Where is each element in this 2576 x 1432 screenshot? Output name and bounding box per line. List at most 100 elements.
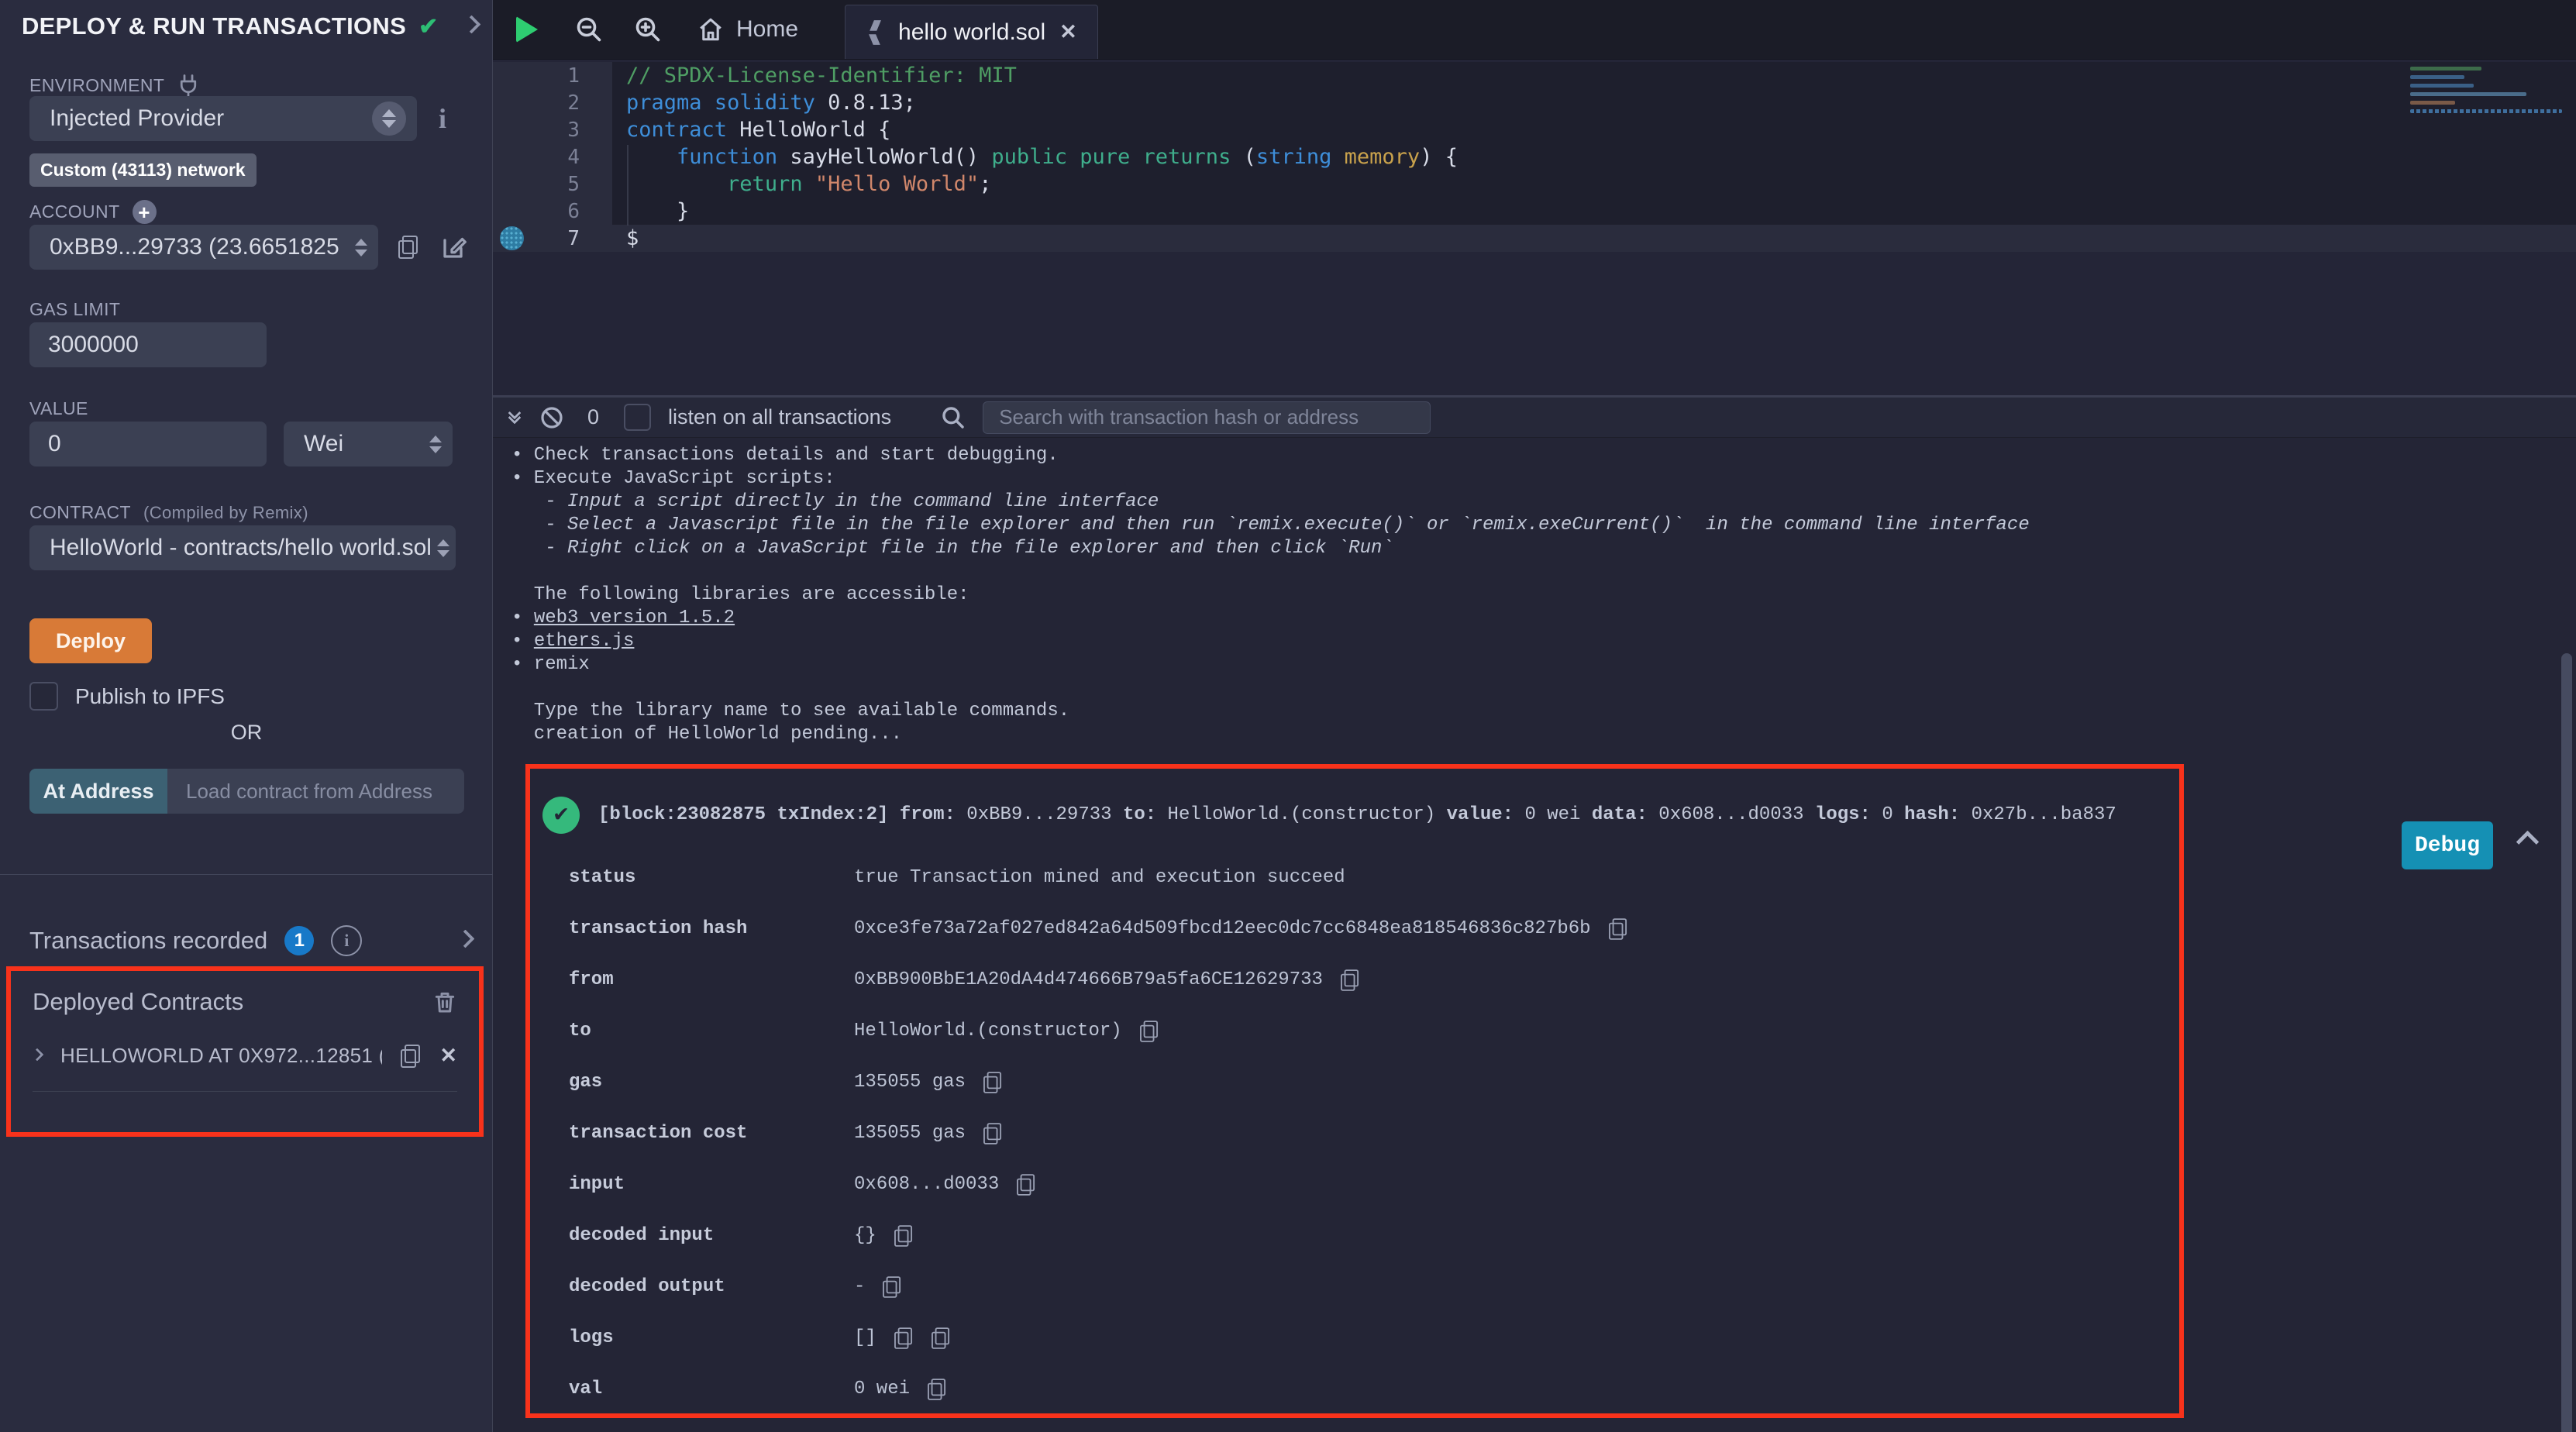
code-line[interactable]: 1// SPDX-License-Identifier: MIT	[493, 62, 2576, 89]
at-address-input[interactable]	[167, 769, 464, 814]
code-editor[interactable]: 1// SPDX-License-Identifier: MIT2pragma …	[493, 59, 2576, 395]
deployed-contract-label: HELLOWORLD AT 0X972...12851 (B	[60, 1044, 382, 1068]
code-text: // SPDX-License-Identifier: MIT	[612, 62, 2576, 89]
copy-icon[interactable]	[983, 1123, 1002, 1145]
close-tab-icon[interactable]: ✕	[1059, 20, 1077, 44]
code-line[interactable]: 6 }	[493, 198, 2576, 225]
account-label-row: ACCOUNT +	[29, 200, 157, 224]
run-play-icon[interactable]	[516, 16, 538, 43]
debug-row: Debug	[2402, 821, 2536, 869]
copy-contract-address-icon[interactable]	[401, 1045, 421, 1068]
code-line[interactable]: 5 return "Hello World";	[493, 170, 2576, 198]
receipt-row-value: {}	[854, 1224, 876, 1248]
receipt-row-value: 0 wei	[854, 1378, 910, 1401]
code-line[interactable]: 7$	[493, 225, 2576, 252]
tab-home[interactable]: Home	[697, 16, 798, 43]
code-text: return "Hello World";	[612, 170, 2576, 198]
receipt-row: input0x608...d0033	[530, 1159, 2179, 1210]
environment-select-arrows-icon[interactable]	[372, 102, 406, 136]
transactions-info-icon[interactable]: i	[331, 925, 362, 956]
line-number: 2	[493, 89, 612, 116]
panel-divider	[0, 874, 493, 875]
receipt-row: statustrue Transaction mined and executi…	[530, 852, 2179, 904]
receipt-row-value: []	[854, 1327, 876, 1350]
receipt-summary-row[interactable]: ✔ [block:23082875 txIndex:2] from: 0xBB9…	[530, 797, 2179, 834]
terminal-scrollbar[interactable]	[2561, 653, 2572, 1432]
account-select[interactable]: 0xBB9...29733 (23.6651825	[29, 225, 378, 270]
value-unit-select[interactable]: Wei	[284, 422, 453, 466]
copy-icon[interactable]	[1140, 1021, 1159, 1042]
terminal-link[interactable]: web3 version 1.5.2	[534, 608, 735, 628]
value-input[interactable]	[29, 422, 267, 466]
copy-icon[interactable]	[894, 1225, 913, 1247]
minimap[interactable]	[2410, 67, 2565, 160]
copy-icon[interactable]	[883, 1276, 901, 1298]
transaction-receipt-box: ✔ [block:23082875 txIndex:2] from: 0xBB9…	[525, 764, 2184, 1418]
home-icon	[697, 16, 724, 43]
receipt-row-value: 135055 gas	[854, 1122, 966, 1145]
debug-button[interactable]: Debug	[2402, 821, 2493, 869]
publish-ipfs-checkbox[interactable]	[29, 682, 58, 711]
copy-icon[interactable]	[1017, 1174, 1035, 1196]
environment-select[interactable]: Injected Provider	[29, 96, 417, 141]
receipt-row-value: true Transaction mined and execution suc…	[854, 866, 1345, 890]
transactions-recorded-row[interactable]: Transactions recorded 1 i	[29, 925, 472, 956]
copy-icon[interactable]	[1609, 918, 1627, 940]
zoom-in-icon[interactable]	[634, 15, 662, 43]
copy-account-icon[interactable]	[398, 236, 418, 259]
environment-label-row: ENVIRONMENT	[29, 73, 200, 98]
terminal-line: • Check transactions details and start d…	[511, 444, 2576, 467]
expand-transactions-icon[interactable]	[459, 932, 472, 949]
terminal-search-input[interactable]	[983, 401, 1431, 434]
expand-contract-icon[interactable]	[33, 1049, 42, 1063]
tab-file-active[interactable]: hello world.sol ✕	[845, 5, 1098, 59]
receipt-row: transaction cost135055 gas	[530, 1108, 2179, 1159]
copy-icon[interactable]	[928, 1379, 946, 1400]
contract-select-arrows-icon	[437, 539, 449, 557]
terminal-line: • ethers.js	[511, 630, 2576, 653]
receipt-row-label: to	[569, 1020, 854, 1043]
collapse-terminal-icon[interactable]	[510, 413, 519, 422]
zoom-out-icon[interactable]	[575, 15, 603, 43]
terminal-link[interactable]: ethers.js	[534, 631, 635, 652]
receipt-row-label: logs	[569, 1327, 854, 1350]
code-line[interactable]: 3contract HelloWorld {	[493, 116, 2576, 143]
receipt-row-value: 135055 gas	[854, 1071, 966, 1094]
code-text: function sayHelloWorld() public pure ret…	[612, 143, 2576, 170]
listen-transactions-checkbox[interactable]	[624, 404, 651, 431]
collapse-receipt-icon[interactable]	[2519, 834, 2536, 858]
terminal-line: - Right click on a JavaScript file in th…	[511, 537, 2576, 560]
collapse-panel-button[interactable]	[465, 18, 478, 35]
code-text: contract HelloWorld {	[612, 116, 2576, 143]
copy-icon[interactable]	[932, 1327, 950, 1349]
copy-icon[interactable]	[983, 1072, 1002, 1093]
trash-icon[interactable]	[432, 989, 457, 1015]
receipt-row: transaction hash0xce3fe73a72af027ed842a6…	[530, 904, 2179, 955]
terminal-line: • web3 version 1.5.2	[511, 607, 2576, 630]
contract-select[interactable]: HelloWorld - contracts/hello world.sol	[29, 525, 456, 570]
at-address-button[interactable]: At Address	[29, 769, 167, 814]
code-line[interactable]: 2pragma solidity 0.8.13;	[493, 89, 2576, 116]
terminal-line: • remix	[511, 653, 2576, 676]
terminal-body[interactable]: • Check transactions details and start d…	[493, 438, 2576, 1432]
add-account-icon[interactable]: +	[133, 200, 157, 224]
account-label: ACCOUNT	[29, 201, 120, 222]
terminal-line	[511, 560, 2576, 583]
terminal-line: The following libraries are accessible:	[511, 583, 2576, 607]
receipt-row: gas135055 gas	[530, 1057, 2179, 1108]
deployed-contract-item[interactable]: HELLOWORLD AT 0X972...12851 (B ✕	[33, 1044, 457, 1068]
code-line[interactable]: 4 function sayHelloWorld() public pure r…	[493, 143, 2576, 170]
contract-label-row: CONTRACT (Compiled by Remix)	[29, 502, 308, 523]
tab-file-label: hello world.sol	[898, 19, 1045, 46]
environment-info-icon[interactable]: i	[439, 102, 446, 135]
deploy-button[interactable]: Deploy	[29, 618, 152, 663]
gas-limit-input[interactable]	[29, 322, 267, 367]
copy-icon[interactable]	[1341, 969, 1359, 991]
line-number: 3	[493, 116, 612, 143]
receipt-row: decoded output-	[530, 1262, 2179, 1313]
copy-icon[interactable]	[894, 1327, 913, 1349]
deployed-contracts-title: Deployed Contracts	[33, 988, 243, 1016]
clear-console-icon[interactable]	[539, 405, 564, 430]
edit-account-icon[interactable]	[440, 233, 468, 261]
remove-contract-icon[interactable]: ✕	[439, 1044, 457, 1068]
